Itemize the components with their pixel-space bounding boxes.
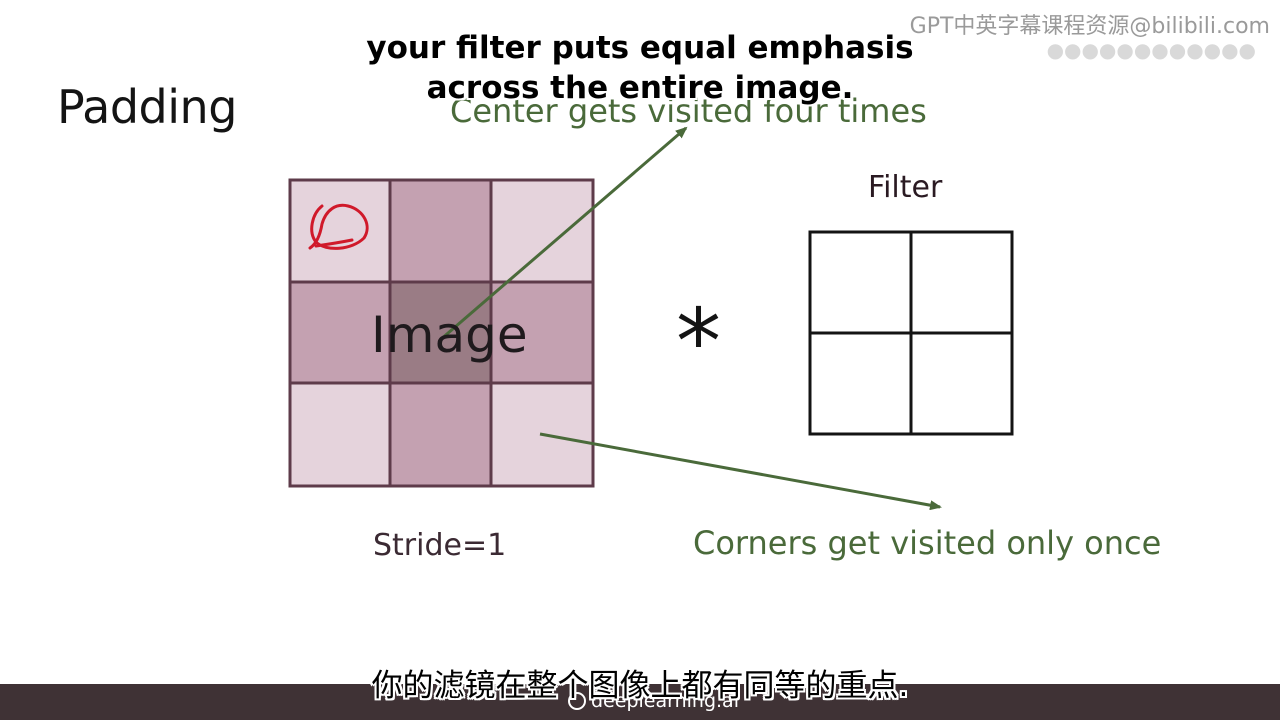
filter-grid bbox=[808, 230, 1014, 436]
image-cell-2-1 bbox=[390, 383, 491, 486]
slide: GPT中英字幕课程资源@bilibili.com ●●●●●●●●●●●● Pa… bbox=[0, 0, 1280, 720]
stride-label: Stride=1 bbox=[373, 528, 507, 563]
image-cell-0-2 bbox=[491, 180, 593, 282]
arrow-corner bbox=[539, 432, 942, 511]
annotation-corners: Corners get visited only once bbox=[693, 524, 1162, 562]
convolution-operator: * bbox=[676, 290, 721, 395]
image-cell-0-1 bbox=[390, 180, 491, 282]
image-label: Image bbox=[371, 306, 528, 364]
subtitle-chinese: 你的滤镜在整个图像上都有同等的重点. bbox=[371, 668, 909, 704]
image-cell-2-0 bbox=[290, 383, 390, 486]
diagram-canvas bbox=[288, 126, 1014, 511]
image-cell-0-0 bbox=[290, 180, 390, 282]
